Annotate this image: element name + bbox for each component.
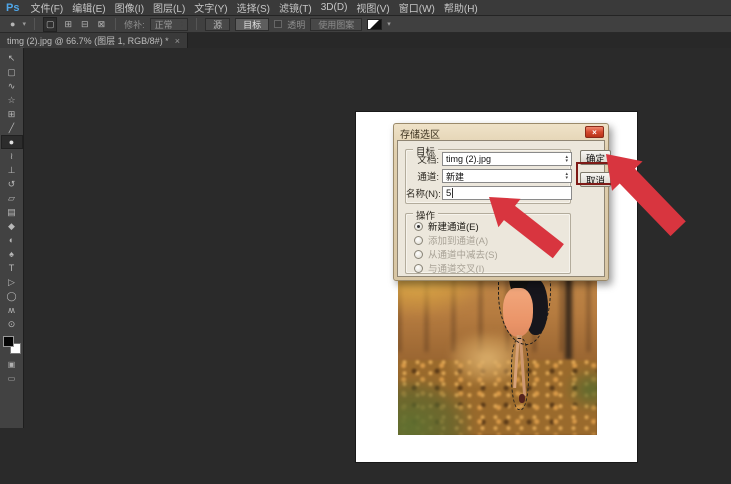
- gradient-tool[interactable]: ▤: [1, 205, 23, 219]
- menu-view[interactable]: 视图(V): [356, 0, 389, 15]
- menu-file[interactable]: 文件(F): [30, 0, 63, 15]
- tool-options-bar: ● ▾ ▢ ⊞ ⊟ ⊠ 修补: 正常 ▴▾ 源 目标 透明 使用图案 ▾: [0, 16, 731, 33]
- dialog-body: 目标 文档: timg (2).jpg ▴▾ 通道: 新建 ▴▾ 名称(N):: [397, 140, 605, 277]
- quick-mask-icon[interactable]: ▣: [8, 360, 16, 369]
- divider: [115, 18, 116, 30]
- menu-3d[interactable]: 3D(D): [321, 2, 348, 13]
- history-brush-tool[interactable]: ↺: [1, 177, 23, 191]
- radio-icon: [414, 236, 423, 245]
- eyedropper-tool[interactable]: ╱: [1, 121, 23, 135]
- pattern-caret-icon[interactable]: ▾: [387, 20, 391, 28]
- patch-source-button[interactable]: 源: [205, 18, 230, 31]
- eraser-tool[interactable]: ▱: [1, 191, 23, 205]
- add-selection-mode-icon[interactable]: ⊞: [62, 18, 74, 31]
- photo-grass-left: [398, 380, 472, 435]
- rectangular-marquee-tool[interactable]: ▢: [1, 65, 23, 79]
- document-tab-title: timg (2).jpg @ 66.7% (图层 1, RGB/8#) *: [7, 34, 169, 47]
- radio-new-channel[interactable]: 新建通道(E): [414, 219, 479, 233]
- subtract-selection-mode-icon[interactable]: ⊟: [79, 18, 91, 31]
- select-arrows-icon: ▴▾: [565, 172, 568, 180]
- tool-preset-caret-icon[interactable]: ▾: [22, 20, 26, 28]
- menu-bar: Ps 文件(F) 编辑(E) 图像(I) 图层(L) 文字(Y) 选择(S) 滤…: [0, 0, 731, 16]
- crop-tool[interactable]: ⊞: [1, 107, 23, 121]
- blur-tool[interactable]: ◆: [1, 219, 23, 233]
- shape-tool[interactable]: ◯: [1, 289, 23, 303]
- menu-image[interactable]: 图像(I): [115, 0, 144, 15]
- hand-tool[interactable]: ʍ: [1, 303, 23, 317]
- menu-window[interactable]: 窗口(W): [399, 0, 435, 15]
- photoshop-logo: Ps: [6, 2, 19, 14]
- channel-label: 通道:: [406, 169, 439, 183]
- brush-tool[interactable]: ≀: [1, 149, 23, 163]
- document-label: 文档:: [406, 152, 439, 166]
- document-select[interactable]: timg (2).jpg ▴▾: [442, 152, 572, 166]
- select-arrows-icon: ▴▾: [565, 155, 568, 163]
- color-swatches[interactable]: [2, 335, 22, 355]
- transparent-checkbox[interactable]: [274, 20, 282, 28]
- name-input[interactable]: 5: [442, 186, 572, 200]
- lasso-tool[interactable]: ∿: [1, 79, 23, 93]
- dialog-title: 存储选区: [400, 126, 440, 141]
- radio-icon: [414, 250, 423, 259]
- divider: [34, 18, 35, 30]
- menu-type[interactable]: 文字(Y): [194, 0, 227, 15]
- screen-mode-icon[interactable]: ▭: [8, 374, 16, 383]
- patch-mode-select[interactable]: 正常 ▴▾: [150, 18, 189, 31]
- menu-edit[interactable]: 编辑(E): [72, 0, 105, 15]
- selection-marching-ants: [511, 338, 528, 409]
- menu-layer[interactable]: 图层(L): [153, 0, 185, 15]
- dialog-close-button[interactable]: ×: [585, 126, 604, 138]
- ok-highlight-annotation: [576, 162, 615, 185]
- patch-target-button[interactable]: 目标: [235, 18, 269, 31]
- radio-icon: [414, 264, 423, 273]
- pen-tool[interactable]: ♠: [1, 247, 23, 261]
- pattern-swatch[interactable]: [367, 19, 382, 30]
- dodge-tool[interactable]: ◐: [1, 233, 23, 247]
- patch-tool-icon[interactable]: ●: [8, 18, 17, 30]
- clone-stamp-tool[interactable]: ⊥: [1, 163, 23, 177]
- menu-help[interactable]: 帮助(H): [444, 0, 478, 15]
- divider: [196, 18, 197, 30]
- channel-select[interactable]: 新建 ▴▾: [442, 169, 572, 183]
- spot-healing-brush-tool[interactable]: ●: [1, 135, 23, 149]
- text-cursor: [452, 188, 453, 198]
- zoom-tool[interactable]: ⊙: [1, 317, 23, 331]
- photo-grass-right: [565, 368, 597, 411]
- new-selection-mode-icon[interactable]: ▢: [43, 17, 58, 32]
- tools-palette: ↖ ▢ ∿ ☆ ⊞ ╱ ● ≀ ⊥ ↺ ▱ ▤ ◆ ◐ ♠ T ▷ ◯ ʍ ⊙ …: [0, 48, 24, 428]
- intersect-selection-mode-icon[interactable]: ⊠: [96, 18, 108, 31]
- radio-intersect-with-channel[interactable]: 与通道交叉(I): [414, 261, 484, 275]
- name-label: 名称(N):: [406, 186, 439, 200]
- patch-mode-label: 修补:: [124, 18, 145, 31]
- select-arrows-icon: ▴▾: [181, 20, 184, 28]
- use-pattern-button[interactable]: 使用图案: [310, 18, 362, 31]
- photoshop-window: Ps 文件(F) 编辑(E) 图像(I) 图层(L) 文字(Y) 选择(S) 滤…: [0, 0, 731, 484]
- radio-add-to-channel[interactable]: 添加到通道(A): [414, 233, 488, 247]
- radio-subtract-from-channel[interactable]: 从通道中减去(S): [414, 247, 498, 261]
- menu-select[interactable]: 选择(S): [237, 0, 270, 15]
- tab-close-icon[interactable]: ×: [175, 36, 180, 46]
- quick-selection-tool[interactable]: ☆: [1, 93, 23, 107]
- menu-filter[interactable]: 滤镜(T): [279, 0, 312, 15]
- document-tab-bar: timg (2).jpg @ 66.7% (图层 1, RGB/8#) * ×: [0, 33, 731, 48]
- radio-icon: [414, 222, 423, 231]
- foreground-color-swatch[interactable]: [3, 336, 14, 347]
- move-tool[interactable]: ↖: [1, 51, 23, 65]
- save-selection-dialog: 存储选区 × 目标 文档: timg (2).jpg ▴▾ 通道: 新建 ▴▾: [393, 123, 609, 281]
- path-selection-tool[interactable]: ▷: [1, 275, 23, 289]
- type-tool[interactable]: T: [1, 261, 23, 275]
- transparent-label: 透明: [287, 18, 305, 31]
- document-tab[interactable]: timg (2).jpg @ 66.7% (图层 1, RGB/8#) * ×: [0, 33, 188, 48]
